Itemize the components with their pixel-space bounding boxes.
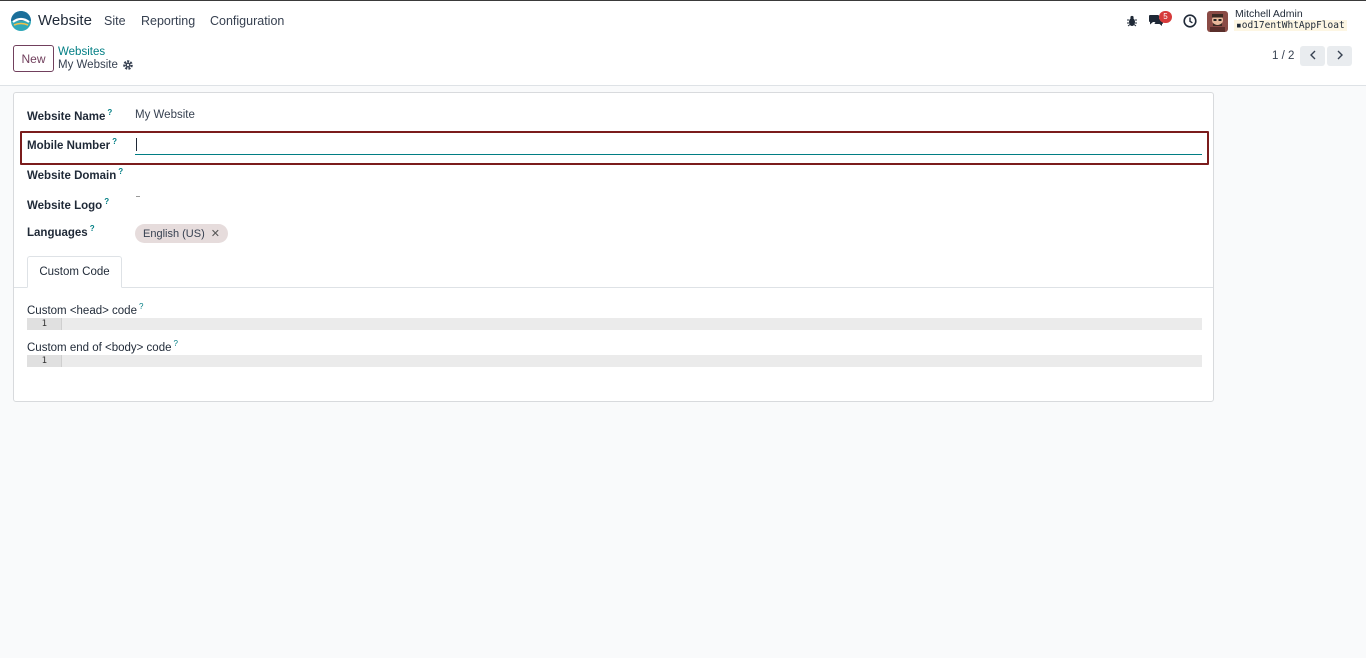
gear-icon[interactable] [122,59,134,71]
website-domain-label-text: Website Domain [27,169,117,182]
help-tooltip[interactable]: ? [90,224,95,233]
menu-configuration[interactable]: Configuration [210,14,284,28]
help-tooltip[interactable]: ? [139,302,143,311]
custom-head-code-label-text: Custom <head> code [27,304,137,317]
website-name-field[interactable]: My Website [135,109,195,121]
languages-label-text: Languages [27,226,88,239]
breadcrumb-websites[interactable]: Websites [58,46,105,58]
website-logo-label-text: Website Logo [27,199,103,212]
website-logo-field[interactable] [136,196,140,197]
app-logo-icon[interactable] [10,10,32,32]
mobile-number-label-text: Mobile Number [27,139,111,152]
help-tooltip[interactable]: ? [112,137,117,146]
website-domain-label: Website Domain? [27,167,123,182]
help-tooltip[interactable]: ? [118,167,123,176]
clock-icon[interactable] [1181,12,1199,30]
mobile-number-input[interactable] [135,137,1202,155]
custom-body-code-editor[interactable]: 1 [27,355,1202,367]
new-button[interactable]: New [13,45,54,72]
pager-previous-button[interactable] [1300,46,1325,66]
pager-value[interactable]: 1 / 2 [1272,50,1294,62]
close-icon[interactable]: ✕ [211,227,220,240]
menu-reporting[interactable]: Reporting [141,14,195,28]
chevron-right-icon [1336,49,1344,63]
top-navbar: Website Site Reporting Configuration 5 M… [0,0,1366,40]
custom-head-code-label: Custom <head> code? [27,302,143,317]
tab-bar [14,287,1213,288]
website-name-label: Website Name? [27,108,112,123]
languages-label: Languages? [27,224,95,239]
custom-body-code-label-text: Custom end of <body> code [27,341,172,354]
website-logo-label: Website Logo? [27,197,109,212]
custom-body-code-label: Custom end of <body> code? [27,339,178,354]
help-tooltip[interactable]: ? [104,197,109,206]
mobile-number-label: Mobile Number? [27,137,117,152]
messages-count-badge: 5 [1159,11,1172,23]
database-label: od17entWhtAppFloat [1241,20,1345,31]
avatar[interactable] [1207,11,1228,32]
help-tooltip[interactable]: ? [174,339,178,348]
language-tag: English (US) ✕ [135,224,228,243]
language-tag-label: English (US) [143,227,205,240]
chevron-left-icon [1309,49,1317,63]
line-number-gutter: 1 [27,355,62,367]
line-number-gutter: 1 [27,318,62,330]
menu-site[interactable]: Site [104,14,126,28]
database-name: ▪od17entWhtAppFloat [1234,20,1347,31]
tab-custom-code[interactable]: Custom Code [27,256,122,288]
help-tooltip[interactable]: ? [107,108,112,117]
text-caret [136,138,137,151]
control-panel: New Websites My Website 1 / 2 [0,40,1366,86]
website-name-label-text: Website Name [27,110,106,123]
form-sheet: Website Name? My Website Mobile Number? … [13,92,1214,402]
app-name[interactable]: Website [38,12,92,29]
custom-head-code-editor[interactable]: 1 [27,318,1202,330]
bug-icon[interactable] [1123,12,1141,30]
pager-next-button[interactable] [1327,46,1352,66]
breadcrumb-current: My Website [58,59,118,71]
user-name[interactable]: Mitchell Admin [1235,8,1303,20]
